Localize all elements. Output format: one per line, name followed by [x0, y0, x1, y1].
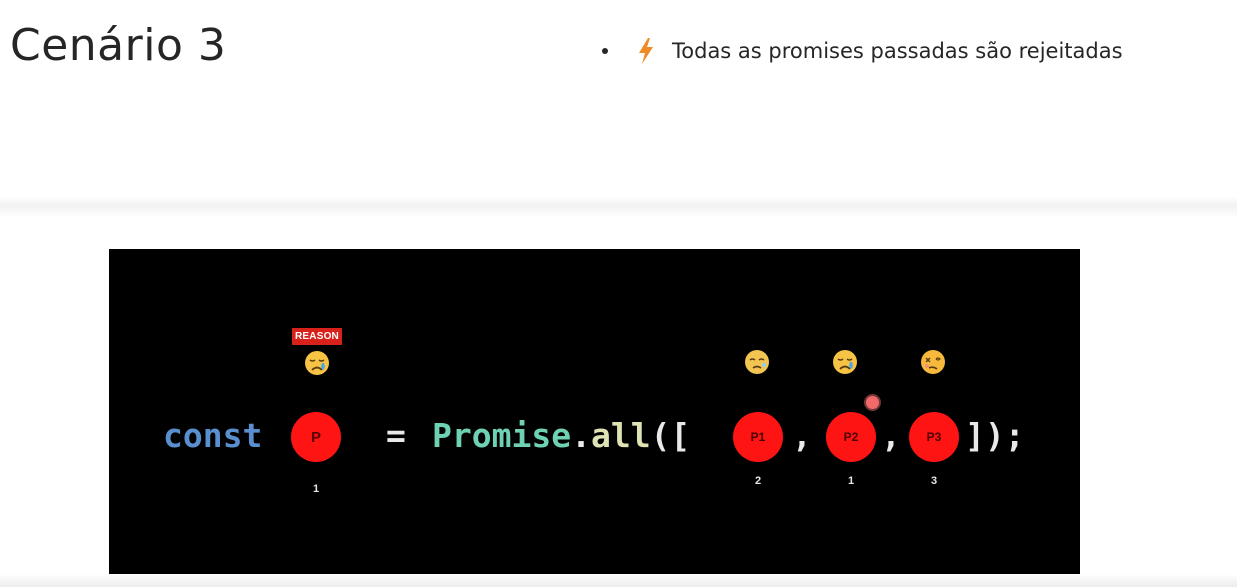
code-animation-panel: REASON const P 1 = Promise.all([ P1 2 , … [109, 249, 1080, 587]
slide-title: Cenário 3 [10, 20, 227, 71]
reason-badge: REASON [292, 328, 342, 345]
sleeping-sad-face-icon [745, 350, 769, 374]
result-order-number: 1 [312, 483, 320, 495]
code-comma-1: , [792, 416, 812, 455]
lightning-bolt-icon [639, 38, 653, 64]
promise-p2-order-number: 1 [847, 475, 855, 487]
promise-circle-p1: P1 [733, 412, 783, 462]
bullet-dot [602, 48, 608, 54]
sad-crying-face-icon [305, 351, 329, 375]
code-method-name: all [590, 416, 651, 455]
promise-p1-order-number: 2 [754, 475, 762, 487]
code-keyword-const: const [163, 416, 263, 455]
dizzy-face-icon [921, 350, 945, 374]
promise-p3-order-number: 3 [930, 475, 938, 487]
promise-circle-p2: P2 [826, 412, 876, 462]
promise-p2-label: P2 [843, 430, 859, 444]
code-comma-2: , [881, 416, 901, 455]
section-separator [0, 196, 1237, 218]
promise-p1-label: P1 [750, 430, 766, 444]
result-promise-circle: P [291, 412, 341, 462]
code-open-brackets: ([ [650, 416, 691, 455]
sad-crying-face-icon [833, 350, 857, 374]
code-dot: . [571, 416, 591, 455]
promise-p3-label: P3 [926, 430, 942, 444]
code-promise-all-call: Promise.all([ [432, 416, 690, 456]
code-operator: = [386, 416, 406, 455]
pointer-highlight [866, 396, 879, 409]
bullet-item: Todas as promises passadas são rejeitada… [602, 34, 1123, 68]
bottom-edge-shadow [0, 574, 1237, 587]
bullet-text: Todas as promises passadas são rejeitada… [672, 39, 1123, 63]
code-close-brackets: ]); [965, 416, 1025, 455]
code-class-name: Promise [432, 416, 572, 455]
promise-circle-p3: P3 [909, 412, 959, 462]
result-promise-label: P [310, 428, 321, 446]
